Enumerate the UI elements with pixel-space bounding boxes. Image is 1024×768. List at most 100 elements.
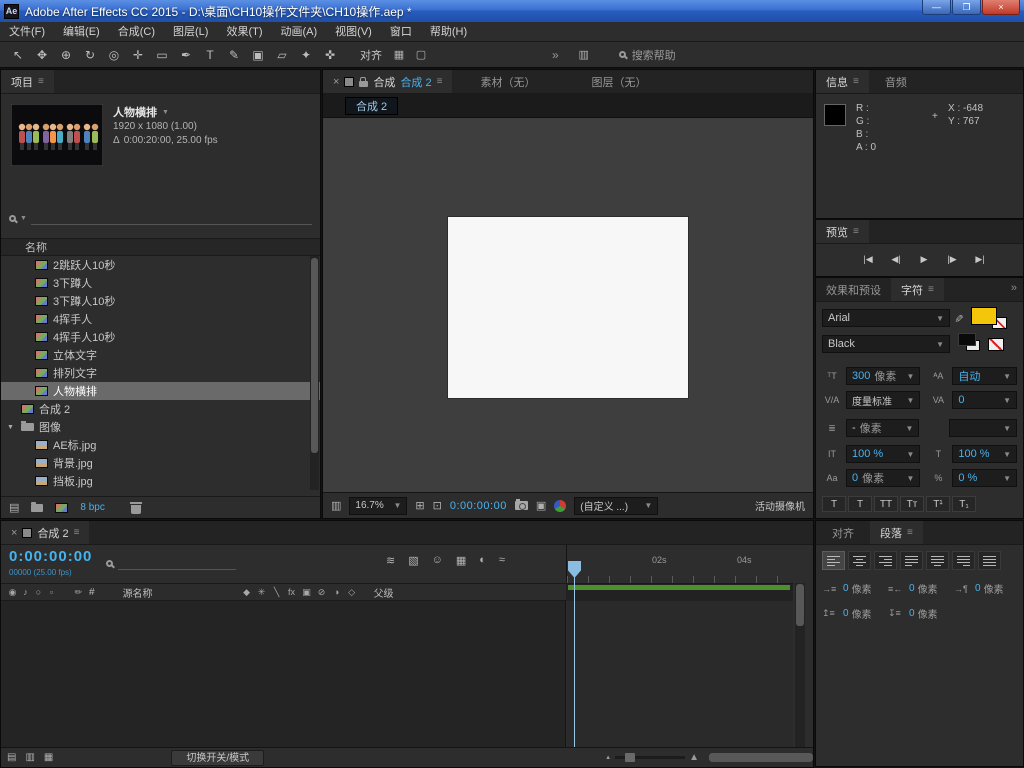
zoom-slider[interactable] [615, 753, 686, 762]
viewer-close-icon[interactable]: × [333, 76, 339, 88]
rotation-tool[interactable]: ↻ [78, 42, 102, 68]
chevron-down-icon[interactable]: ▼ [20, 215, 27, 222]
snapshot-icon[interactable] [514, 499, 528, 510]
lock-column-icon[interactable]: ▫ [45, 587, 58, 598]
tab-info[interactable]: 信息 ≡ [816, 70, 869, 93]
quality-switch-icon[interactable]: ◆ [241, 587, 253, 598]
align-right-button[interactable] [874, 551, 897, 570]
align-left-button[interactable] [822, 551, 845, 570]
tab-character[interactable]: 字符 ≡ [891, 278, 944, 301]
menu-item[interactable]: 帮助(H) [421, 22, 476, 42]
interpret-footage-icon[interactable]: ▤ [9, 501, 19, 514]
unified-camera-tool[interactable]: ◎ [102, 42, 126, 68]
tracking-select[interactable]: 0 ▼ [952, 391, 1017, 409]
zoom-tool[interactable]: ⊕ [54, 42, 78, 68]
tab-align[interactable]: 对齐 [816, 521, 870, 544]
justify-all-button[interactable] [978, 551, 1001, 570]
show-snapshot-icon[interactable]: ▣ [536, 499, 546, 512]
name-column-header[interactable]: 名称 [1, 238, 320, 256]
timeline-search-field[interactable] [106, 557, 236, 570]
人物横排[interactable]: 人物横排 [1, 382, 320, 400]
shape-tool[interactable]: ▭ [150, 42, 174, 68]
tsume-select[interactable]: 0 % ▼ [952, 469, 1017, 487]
lock-icon[interactable] [359, 76, 369, 87]
fill-color-control[interactable] [971, 307, 1008, 329]
first-line-indent-field[interactable]: →¶ 0 像素 [954, 581, 1020, 596]
delete-icon[interactable] [129, 501, 142, 514]
panel-menu-icon[interactable]: ≡ [74, 527, 80, 538]
type-tool[interactable]: T [198, 42, 222, 68]
project-scrollbar[interactable] [310, 256, 319, 490]
tab-footage[interactable]: 素材（无） [452, 70, 563, 93]
font-family-select[interactable]: Arial ▼ [822, 309, 950, 327]
AE标.jpg[interactable]: AE标.jpg [1, 436, 320, 454]
space-before-field[interactable]: ↥≡ 0 像素 [822, 606, 888, 621]
menu-item[interactable]: 文件(F) [0, 22, 54, 42]
source-name-column-header[interactable]: 源名称 [123, 585, 153, 600]
align-center-button[interactable] [848, 551, 871, 570]
4挥手人10秒[interactable]: 4挥手人10秒 [1, 328, 320, 346]
help-search[interactable]: 搜索帮助 [618, 47, 676, 63]
panel-menu-icon[interactable]: ≡ [437, 76, 443, 87]
draft-3d-icon[interactable]: ▧ [408, 554, 418, 567]
parent-column-header[interactable]: 父级 [374, 585, 394, 600]
panel-overflow-icon[interactable]: » [1011, 278, 1023, 301]
color-depth-button[interactable]: 8 bpc [80, 502, 104, 513]
stroke-color-control[interactable] [958, 333, 984, 355]
first-frame-button[interactable]: |◀ [856, 250, 880, 268]
panel-menu-icon[interactable]: ≡ [853, 76, 859, 87]
solo-column-icon[interactable]: ○ [32, 587, 45, 598]
audio-column-icon[interactable]: ♪ [19, 587, 32, 598]
scrollbar-thumb[interactable] [796, 584, 804, 626]
faux-italic-button[interactable]: T [848, 496, 872, 512]
current-time-display[interactable]: 0:00:00:00 [9, 548, 92, 565]
justify-last-left-button[interactable] [900, 551, 923, 570]
comp-navigator-tab[interactable]: 合成 2 [345, 96, 399, 115]
menu-item[interactable]: 动画(A) [272, 22, 327, 42]
font-size-select[interactable]: 300 像素 ▼ [846, 367, 921, 385]
panel-menu-icon[interactable]: ≡ [928, 284, 934, 295]
fill-color-swatch[interactable] [971, 307, 998, 325]
tab-layer[interactable]: 图层（无） [563, 70, 674, 93]
guides-icon[interactable]: ▢ [410, 48, 432, 61]
clone-stamp-tool[interactable]: ▣ [246, 42, 270, 68]
expand-transfer-controls-icon[interactable]: ▥ [25, 752, 34, 763]
no-stroke-swatch[interactable] [988, 337, 1004, 351]
chevron-down-icon[interactable]: ▼ [162, 109, 169, 116]
3下蹲人[interactable]: 3下蹲人 [1, 274, 320, 292]
hand-tool[interactable]: ✥ [30, 42, 54, 68]
排列文字[interactable]: 排列文字 [1, 364, 320, 382]
zoom-in-mountain-icon[interactable]: ▲ [689, 752, 699, 763]
layer-list-area[interactable] [1, 601, 566, 747]
stroke-color-swatch[interactable] [958, 333, 976, 346]
mute-switch-icon[interactable]: ⊘ [316, 587, 328, 598]
hide-shy-layers-icon[interactable]: ☺ [432, 554, 443, 567]
last-frame-button[interactable]: ▶| [968, 250, 992, 268]
3d-layer-switch-icon[interactable]: ◇ [346, 587, 358, 598]
previous-frame-button[interactable]: ◀| [884, 250, 908, 268]
menu-item[interactable]: 图层(L) [164, 22, 217, 42]
index-column-header[interactable]: # [89, 587, 95, 598]
motion-blur-icon[interactable]: ◐ [479, 554, 486, 567]
tab-effects-presets[interactable]: 效果和预设 [816, 278, 891, 301]
tab-paragraph[interactable]: 段落 ≡ [870, 521, 923, 544]
indent-left-field[interactable]: →≡ 0 像素 [822, 581, 888, 596]
all-caps-button[interactable]: TT [874, 496, 898, 512]
composition-viewport[interactable] [323, 118, 813, 492]
frame-blending-icon[interactable]: ▦ [456, 554, 466, 567]
twirl-icon[interactable] [7, 424, 16, 431]
panel-menu-icon[interactable]: ≡ [38, 76, 44, 87]
stroke-style-select[interactable]: ▼ [949, 419, 1017, 437]
work-area-bar[interactable] [568, 585, 790, 590]
effects-switch-icon[interactable]: ✳ [256, 587, 268, 598]
next-frame-button[interactable]: |▶ [940, 250, 964, 268]
scrollbar-thumb[interactable] [311, 258, 318, 453]
puppet-pin-tool[interactable]: ✜ [318, 42, 342, 68]
frame-blend-switch-icon[interactable]: ╲ [271, 587, 283, 598]
expand-in-out-icon[interactable]: ▦ [44, 752, 53, 763]
search-input[interactable] [30, 212, 312, 225]
图像[interactable]: 图像 [1, 418, 320, 436]
stroke-width-select[interactable]: - 像素 ▼ [846, 419, 920, 437]
zoom-out-mountain-icon[interactable]: ▲ [605, 755, 611, 761]
panel-menu-icon[interactable]: ≡ [907, 527, 913, 538]
